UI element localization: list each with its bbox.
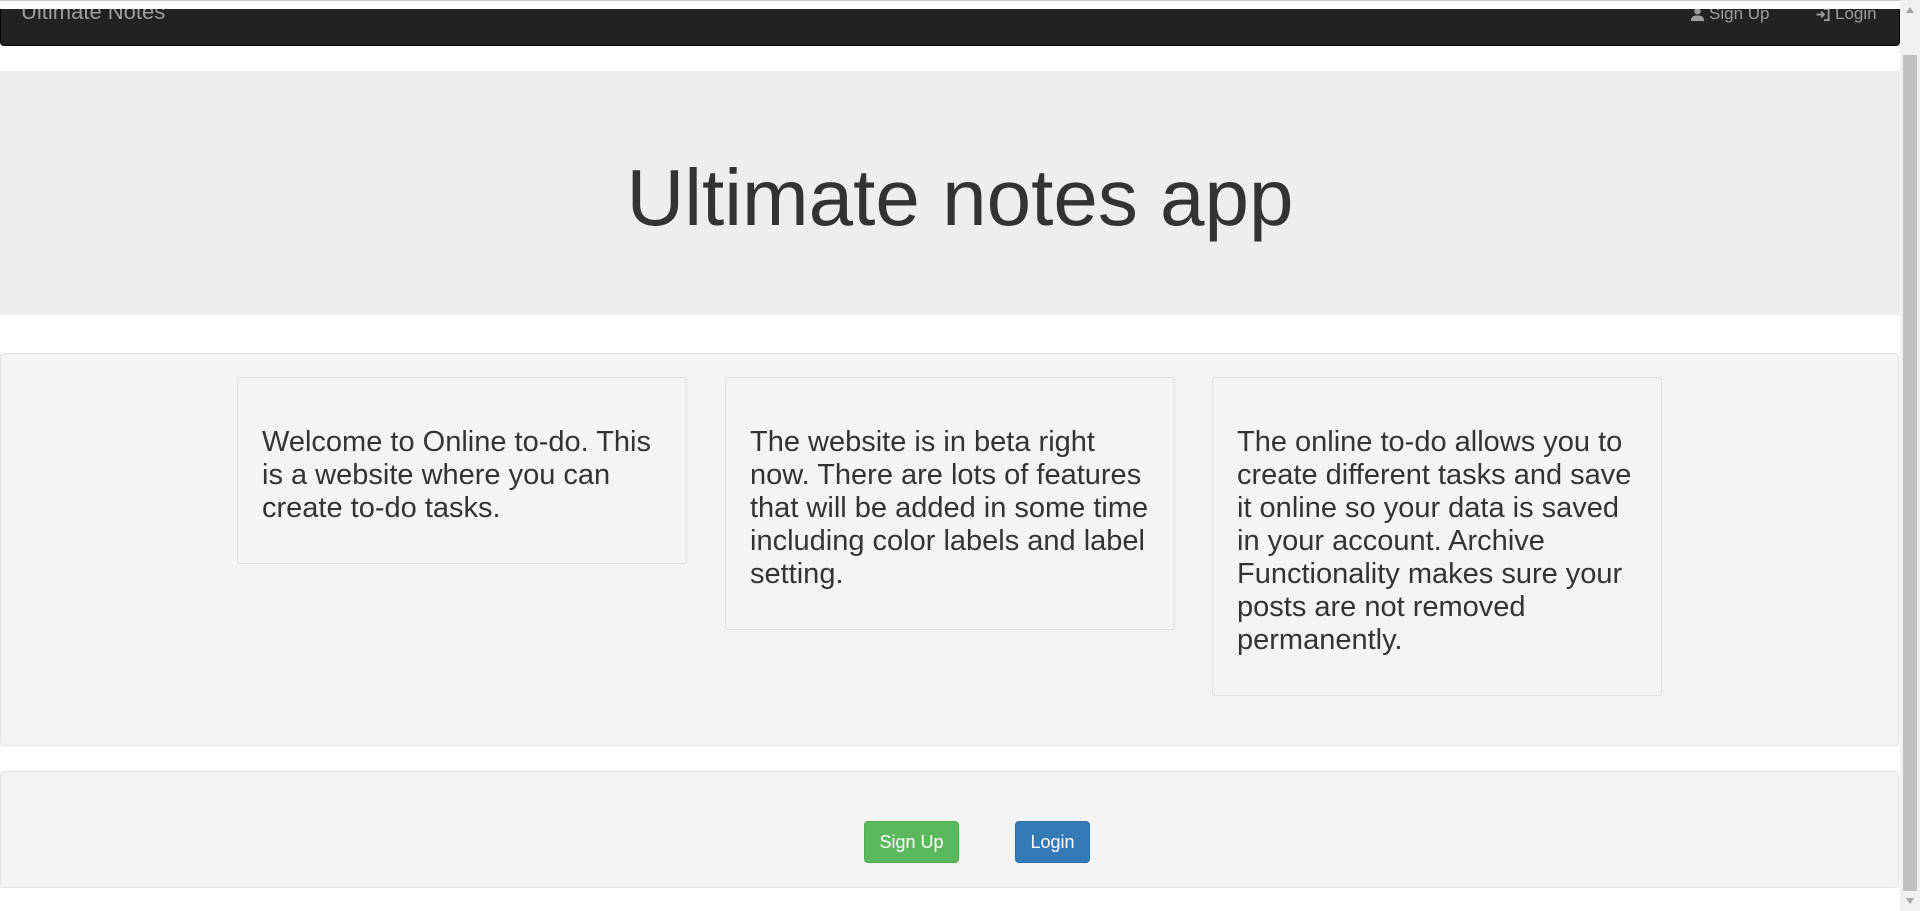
feature-card-beta: The website is in beta right now. There … [725, 377, 1175, 630]
scrollbar-thumb[interactable] [1903, 55, 1917, 891]
navbar-signup-label: Sign Up [1709, 9, 1770, 23]
user-icon [1690, 9, 1705, 22]
signup-button[interactable]: Sign Up [864, 821, 959, 863]
navbar-signup-link[interactable]: Sign Up [1690, 9, 1769, 25]
arrow-down-icon[interactable] [1900, 891, 1920, 911]
browser-top-edge [0, 0, 1900, 9]
page-title: Ultimate notes app [626, 153, 1294, 242]
navbar-login-link[interactable]: Login [1815, 9, 1877, 25]
feature-card-welcome: Welcome to Online to-do. This is a websi… [237, 377, 687, 564]
vertical-scrollbar[interactable] [1900, 0, 1920, 911]
feature-card-online: The online to-do allows you to create di… [1212, 377, 1662, 696]
feature-card-text: The website is in beta right now. There … [750, 426, 1149, 590]
top-navbar: Ultimate Notes Sign Up Login [0, 9, 1900, 46]
feature-card-text: The online to-do allows you to create di… [1237, 426, 1632, 656]
login-button[interactable]: Login [1015, 821, 1090, 863]
feature-card-text: Welcome to Online to-do. This is a websi… [262, 426, 651, 524]
navbar-login-label: Login [1835, 9, 1877, 23]
arrow-up-icon[interactable] [1900, 0, 1920, 20]
navbar-brand[interactable]: Ultimate Notes [21, 9, 165, 25]
log-in-icon [1815, 9, 1831, 22]
